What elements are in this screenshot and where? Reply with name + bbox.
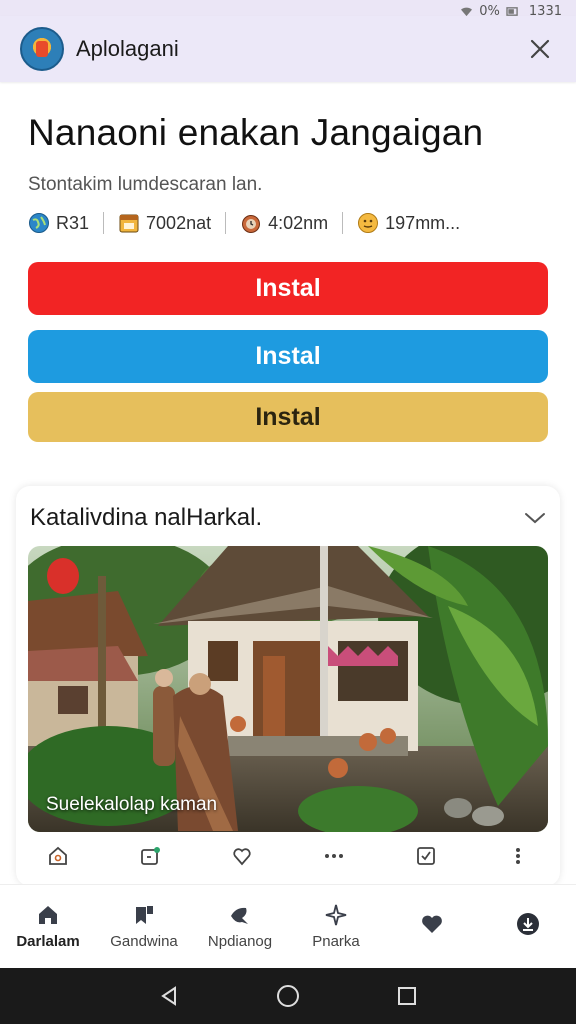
meta-item-size: 197mm... <box>357 212 460 234</box>
photo-caption: Suelekalolap kaman <box>46 794 218 815</box>
gallery-card: Katalivdina nalHarkal. Suelekalolap kama… <box>16 486 560 886</box>
divider <box>342 212 344 234</box>
sparkle-icon <box>323 903 349 927</box>
card-title: Katalivdina nalHarkal. <box>30 504 263 531</box>
circle-home-icon <box>276 985 299 1007</box>
meta-item-rating: R31 <box>28 212 89 234</box>
install-button-secondary[interactable]: Instal <box>28 330 548 383</box>
install-button-primary[interactable]: Instal <box>28 262 548 315</box>
meta-item-date: 7002nat <box>118 212 211 234</box>
nav-item-sparkle[interactable]: Pnarka <box>291 903 381 950</box>
nav-item-feather[interactable]: Npdianog <box>195 903 285 950</box>
app-logo <box>20 27 64 71</box>
card-header[interactable]: Katalivdina nalHarkal. <box>30 498 546 538</box>
face-icon <box>358 213 379 233</box>
wifi-icon <box>461 7 473 16</box>
divider <box>225 212 227 234</box>
clock-icon <box>242 215 261 233</box>
checkbox-icon <box>417 847 435 865</box>
back-icon <box>161 986 177 1006</box>
tag-button[interactable] <box>136 842 164 870</box>
meta-text-size: 197mm... <box>385 212 461 233</box>
nav-item-home[interactable]: Darlalam <box>3 903 93 950</box>
app-bar: Aplolagani <box>0 16 576 82</box>
divider <box>103 212 105 234</box>
home-outline-button[interactable] <box>44 842 72 870</box>
nav-item-download[interactable] <box>483 912 573 942</box>
bookmark-icon <box>131 903 157 927</box>
page-title: Nanaoni enakan Jangaigan <box>28 112 484 153</box>
meta-text-rating: R31 <box>56 212 90 233</box>
meta-text-time: 4:02nm <box>268 212 329 233</box>
download-icon <box>515 912 541 936</box>
nav-label-bookmark: Gandwina <box>110 933 178 950</box>
system-nav-bar <box>0 968 576 1024</box>
more-vertical-icon <box>516 848 520 864</box>
install-button-tertiary[interactable]: Instal <box>28 392 548 442</box>
village-illustration <box>28 546 548 832</box>
heart-icon <box>419 912 445 936</box>
more-horizontal-button[interactable] <box>320 842 348 870</box>
feather-icon <box>227 903 253 927</box>
globe-icon <box>29 213 49 233</box>
meta-row: R31 7002nat 4:02nm 197mm... <box>28 212 460 234</box>
home-outline-icon <box>49 846 67 865</box>
close-icon <box>530 39 550 59</box>
meta-item-time: 4:02nm <box>240 212 328 234</box>
close-button[interactable] <box>524 33 556 65</box>
chevron-down-icon[interactable] <box>524 511 546 525</box>
tag-icon <box>141 847 160 865</box>
nav-label-home: Darlalam <box>16 933 80 950</box>
recents-button[interactable] <box>392 981 422 1011</box>
square-recents-icon <box>397 987 416 1005</box>
card-action-row <box>28 838 548 874</box>
home-icon <box>35 903 61 927</box>
heart-outline-icon <box>233 848 251 866</box>
meta-text-date: 7002nat <box>146 212 212 233</box>
nav-label-sparkle: Pnarka <box>312 933 360 950</box>
village-photo[interactable]: Suelekalolap kaman <box>28 546 548 832</box>
more-vertical-button[interactable] <box>504 842 532 870</box>
nav-label-feather: Npdianog <box>207 933 273 950</box>
battery-icon <box>506 6 518 16</box>
checkbox-button[interactable] <box>412 842 440 870</box>
back-button[interactable] <box>154 981 184 1011</box>
like-button[interactable] <box>228 842 256 870</box>
app-title: Aplolagani <box>76 36 179 61</box>
calendar-icon <box>119 214 139 233</box>
page-subtitle: Stontakim lumdescaran lan. <box>28 174 263 195</box>
nav-item-bookmark[interactable]: Gandwina <box>99 903 189 950</box>
home-system-button[interactable] <box>273 981 303 1011</box>
more-horizontal-icon <box>325 854 343 858</box>
bottom-nav: Darlalam Gandwina Npdianog Pnarka <box>0 884 576 968</box>
nav-item-favorites[interactable] <box>387 912 477 942</box>
